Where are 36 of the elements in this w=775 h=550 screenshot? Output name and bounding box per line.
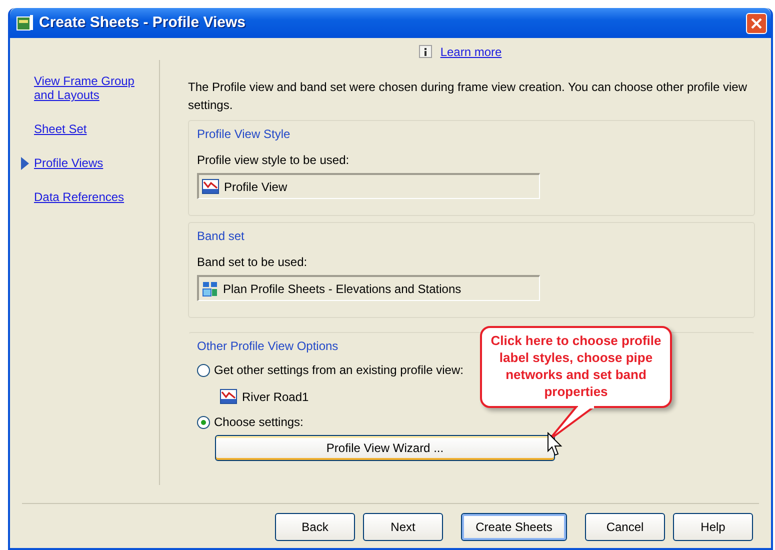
nav-link[interactable]: Profile Views xyxy=(21,156,159,170)
radio-label: Choose settings: xyxy=(214,414,304,431)
close-icon xyxy=(751,18,762,28)
radio-label: Get other settings from an existing profile view: xyxy=(214,362,464,379)
band-set-icon xyxy=(202,280,218,296)
learn-more-link[interactable]: Learn more xyxy=(440,42,502,60)
group-title: Other Profile View Options xyxy=(197,338,338,355)
current-step-icon xyxy=(21,157,29,170)
dialog-button[interactable]: Create Sheets xyxy=(461,513,567,541)
dropdown-field[interactable]: Profile View xyxy=(197,173,540,199)
radio-button[interactable] xyxy=(197,416,210,428)
profile-chart-icon xyxy=(220,389,237,404)
field-value: Plan Profile Sheets - Elevations and Stations xyxy=(223,280,462,298)
cursor-icon xyxy=(547,432,563,456)
app-icon xyxy=(16,14,34,32)
info-icon xyxy=(419,45,432,58)
profile-chart-icon xyxy=(202,179,219,194)
wizard-button[interactable]: Profile View Wizard ... xyxy=(215,435,555,461)
nav-link[interactable]: View Frame Group and Layouts xyxy=(21,74,139,102)
description-text: The Profile view and band set were chosen during frame view creation. You can choose other profile view settings. xyxy=(188,79,748,114)
window-title: Create Sheets - Profile Views xyxy=(39,12,246,33)
nav-link[interactable]: Data References xyxy=(21,190,159,204)
group-title: Profile View Style xyxy=(197,126,290,143)
radio-button[interactable] xyxy=(197,364,210,376)
nav-link[interactable]: Sheet Set xyxy=(21,122,159,136)
dropdown-field[interactable]: Plan Profile Sheets - Elevations and Stations xyxy=(197,275,540,301)
dialog-button[interactable]: Cancel xyxy=(585,513,665,541)
field-label: Band set to be used: xyxy=(197,254,308,271)
dialog-button[interactable]: Help xyxy=(673,513,753,541)
field-value: River Road1 xyxy=(242,388,309,406)
group-title: Band set xyxy=(197,228,244,245)
field-value: Profile View xyxy=(224,178,288,196)
dialog-button[interactable]: Next xyxy=(363,513,443,541)
dialog-button[interactable]: Back xyxy=(275,513,355,541)
close-button[interactable] xyxy=(746,12,767,34)
field-label: Profile view style to be used: xyxy=(197,152,350,169)
